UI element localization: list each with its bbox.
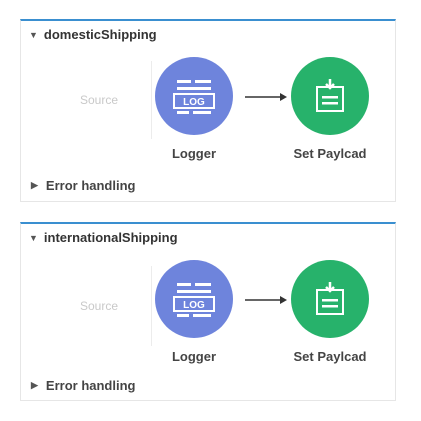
set-payload-processor[interactable]: Set Paylcad [291, 260, 369, 364]
logger-icon[interactable]: LOG [155, 57, 233, 135]
error-handling-toggle[interactable]: ▶ Error handling [31, 178, 135, 193]
processor-label: Set Paylcad [293, 349, 367, 364]
flow-name: domesticShipping [43, 27, 157, 42]
connector-arrow [245, 296, 287, 304]
processor-label: Set Paylcad [293, 146, 367, 161]
flow-domestic-shipping[interactable]: ▼ domesticShipping Source LOG Logger Set… [20, 19, 396, 202]
processor-label: Logger [171, 146, 217, 161]
error-handling-label: Error handling [45, 378, 136, 393]
source-drop-area[interactable]: Source [47, 266, 152, 346]
processor-label: Logger [171, 349, 217, 364]
expand-triangle-icon[interactable]: ▶ [31, 180, 38, 191]
set-payload-processor[interactable]: Set Paylcad [291, 57, 369, 161]
source-drop-area[interactable]: Source [47, 61, 152, 139]
set-payload-icon[interactable] [291, 260, 369, 338]
flow-name: internationalShipping [43, 230, 178, 245]
set-payload-icon[interactable] [291, 57, 369, 135]
error-handling-toggle[interactable]: ▶ Error handling [31, 378, 135, 393]
collapse-caret-icon[interactable]: ▼ [29, 233, 38, 243]
source-placeholder: Source [79, 299, 119, 313]
log-text: LOG [183, 300, 205, 311]
logger-processor[interactable]: LOG Logger [155, 57, 233, 161]
collapse-caret-icon[interactable]: ▼ [29, 30, 38, 40]
flow-international-shipping[interactable]: ▼ internationalShipping Source LOG Logge… [20, 222, 396, 401]
logger-processor[interactable]: LOG Logger [155, 260, 233, 364]
error-handling-label: Error handling [45, 178, 136, 193]
logger-icon[interactable]: LOG [155, 260, 233, 338]
expand-triangle-icon[interactable]: ▶ [31, 380, 38, 391]
source-placeholder: Source [79, 93, 119, 107]
log-text: LOG [183, 97, 205, 108]
flow-header[interactable]: ▼ internationalShipping [29, 230, 178, 245]
connector-arrow [245, 93, 287, 101]
flow-header[interactable]: ▼ domesticShipping [29, 27, 157, 42]
